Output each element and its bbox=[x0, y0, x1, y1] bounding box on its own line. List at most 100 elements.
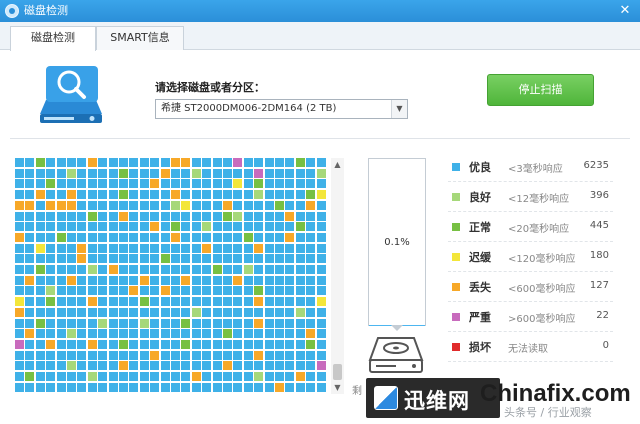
scan-block-cell bbox=[264, 158, 274, 167]
scan-block-cell bbox=[87, 168, 97, 178]
scan-block-cell bbox=[46, 372, 56, 381]
scan-block-cell bbox=[295, 190, 305, 200]
scan-block-cell bbox=[56, 168, 66, 178]
scan-block-cell bbox=[264, 372, 274, 381]
scan-block-cell bbox=[46, 339, 56, 349]
scan-block-cell bbox=[233, 307, 243, 317]
scan-block-cell bbox=[15, 350, 24, 360]
legend-label: 损坏 bbox=[469, 341, 491, 354]
scan-block-cell bbox=[25, 329, 35, 339]
scan-block-cell bbox=[46, 179, 56, 189]
watermark-subtitle: 头条号 / 行业观察 bbox=[504, 406, 592, 419]
scan-block-cell bbox=[25, 307, 35, 317]
scan-block-cell bbox=[264, 211, 274, 221]
scan-block-cell bbox=[295, 222, 305, 232]
scan-block-cell bbox=[129, 329, 139, 339]
scan-block-cell bbox=[15, 339, 24, 349]
scan-block-cell bbox=[316, 318, 326, 328]
scan-block-cell bbox=[119, 211, 128, 221]
scan-block-cell bbox=[275, 350, 284, 360]
scan-block-cell bbox=[223, 350, 232, 360]
scan-block-cell bbox=[233, 243, 243, 253]
scan-block-cell bbox=[254, 222, 264, 232]
grid-scrollbar[interactable]: ▲ ▼ bbox=[331, 158, 344, 394]
scan-block-cell bbox=[264, 265, 274, 274]
scan-block-cell bbox=[264, 232, 274, 242]
scan-block-cell bbox=[98, 297, 108, 307]
scan-block-cell bbox=[285, 168, 295, 178]
scan-block-cell bbox=[139, 372, 149, 381]
scan-block-cell bbox=[108, 382, 118, 392]
scan-block-cell bbox=[275, 222, 284, 232]
scan-block-cell bbox=[25, 179, 35, 189]
scan-block-cell bbox=[56, 329, 66, 339]
scan-block-cell bbox=[202, 350, 212, 360]
scan-block-cell bbox=[46, 329, 56, 339]
scan-block-cell bbox=[56, 275, 66, 285]
scan-block-cell bbox=[15, 243, 24, 253]
section-divider bbox=[10, 138, 630, 139]
scan-block-cell bbox=[77, 286, 87, 296]
scan-block-cell bbox=[160, 158, 170, 167]
scan-block-cell bbox=[243, 222, 253, 232]
scan-block-cell bbox=[254, 329, 264, 339]
tab-smart-info[interactable]: SMART信息 bbox=[96, 26, 184, 50]
scrollbar-thumb[interactable] bbox=[333, 364, 342, 380]
scan-block-cell bbox=[285, 211, 295, 221]
scan-block-cell bbox=[46, 275, 56, 285]
scan-block-cell bbox=[254, 372, 264, 381]
disk-select-dropdown[interactable]: 希捷 ST2000DM006-2DM164 (2 TB) ▼ bbox=[155, 99, 408, 119]
scan-block-cell bbox=[108, 158, 118, 167]
scan-block-cell bbox=[275, 372, 284, 381]
scan-block-cell bbox=[119, 318, 128, 328]
scan-block-cell bbox=[35, 307, 45, 317]
scan-block-cell bbox=[129, 361, 139, 371]
scan-block-cell bbox=[160, 222, 170, 232]
scan-block-cell bbox=[233, 318, 243, 328]
scan-block-cell bbox=[98, 232, 108, 242]
scan-block-cell bbox=[160, 200, 170, 210]
scan-block-cell bbox=[306, 307, 316, 317]
scan-block-cell bbox=[77, 222, 87, 232]
scan-block-cell bbox=[306, 329, 316, 339]
scan-block-cell bbox=[98, 286, 108, 296]
legend-count: 127 bbox=[589, 280, 609, 291]
scan-block-cell bbox=[202, 297, 212, 307]
scan-block-cell bbox=[212, 265, 222, 274]
scan-block-cell bbox=[254, 190, 264, 200]
scan-block-cell bbox=[306, 372, 316, 381]
scan-block-cell bbox=[77, 200, 87, 210]
scan-block-cell bbox=[243, 339, 253, 349]
scan-block-cell bbox=[202, 275, 212, 285]
legend-count: 445 bbox=[589, 220, 609, 231]
scan-block-cell bbox=[119, 254, 128, 264]
scan-block-cell bbox=[202, 254, 212, 264]
scan-block-cell bbox=[35, 158, 45, 167]
scan-block-cell bbox=[108, 372, 118, 381]
scan-block-cell bbox=[191, 254, 201, 264]
chevron-down-icon[interactable]: ▼ bbox=[391, 100, 407, 118]
scroll-up-icon[interactable]: ▲ bbox=[331, 158, 344, 171]
scan-block-cell bbox=[191, 329, 201, 339]
stop-scan-button[interactable]: 停止扫描 bbox=[487, 74, 594, 106]
scan-block-cell bbox=[191, 361, 201, 371]
scan-block-cell bbox=[35, 211, 45, 221]
scan-block-cell bbox=[181, 265, 191, 274]
scan-block-cell bbox=[243, 211, 253, 221]
tab-disk-check[interactable]: 磁盘检测 bbox=[10, 26, 96, 51]
scan-block-cell bbox=[306, 254, 316, 264]
close-icon[interactable]: ✕ bbox=[616, 2, 634, 20]
scan-block-cell bbox=[98, 211, 108, 221]
scroll-down-icon[interactable]: ▼ bbox=[331, 381, 344, 394]
scan-block-cell bbox=[87, 190, 97, 200]
scan-block-cell bbox=[87, 222, 97, 232]
scan-block-cell bbox=[35, 168, 45, 178]
scan-block-cell bbox=[77, 318, 87, 328]
scan-block-cell bbox=[275, 200, 284, 210]
scan-block-cell bbox=[56, 297, 66, 307]
scan-block-cell bbox=[25, 168, 35, 178]
scan-block-cell bbox=[139, 350, 149, 360]
scan-block-cell bbox=[295, 361, 305, 371]
scan-block-cell bbox=[46, 350, 56, 360]
scan-block-cell bbox=[285, 372, 295, 381]
